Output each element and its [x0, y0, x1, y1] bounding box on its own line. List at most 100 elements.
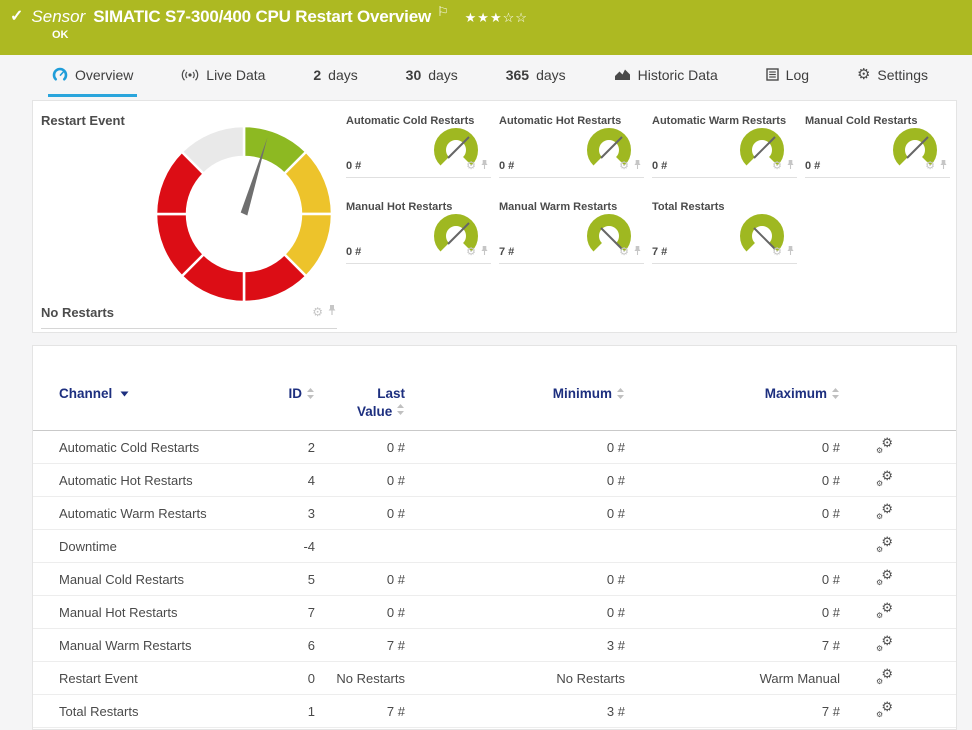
maximum-value: 0 #	[625, 572, 840, 587]
column-label: Minimum	[553, 386, 612, 402]
gear-icon[interactable]: ⚙	[619, 247, 629, 258]
priority-stars[interactable]: ★★★☆☆	[465, 10, 528, 26]
channel-name[interactable]: Downtime	[59, 539, 265, 554]
column-header-maximum[interactable]: Maximum	[625, 386, 840, 404]
main-gauge-footer: No Restarts ⚙	[41, 303, 337, 329]
minimum-value: 3 #	[405, 638, 625, 653]
main-gauge-value: No Restarts	[41, 305, 114, 320]
maximum-value: Warm Manual	[625, 671, 840, 686]
pin-icon[interactable]	[939, 157, 948, 175]
gear-icon[interactable]: ⚙	[466, 247, 476, 258]
last-value: 0 #	[315, 473, 405, 488]
maximum-value: 7 #	[625, 638, 840, 653]
column-label: Last	[377, 386, 405, 401]
pin-icon[interactable]	[327, 303, 337, 321]
last-value: 7 #	[315, 704, 405, 719]
column-header-minimum[interactable]: Minimum	[405, 386, 625, 404]
maximum-value: 0 #	[625, 440, 840, 455]
pin-icon[interactable]	[633, 243, 642, 261]
table-row: Manual Cold Restarts 5 0 # 0 # 0 # ⚙⚙	[33, 563, 956, 596]
channel-name[interactable]: Automatic Warm Restarts	[59, 506, 265, 521]
column-label: Value	[357, 404, 392, 419]
tab-label: Historic Data	[638, 67, 718, 83]
channels-panel: Channel ID Last Value Minimum Maximum	[32, 345, 957, 730]
flag-icon[interactable]: ⚐	[437, 4, 449, 20]
tab-2-days[interactable]: 2 days	[309, 55, 361, 97]
gear-icon[interactable]: ⚙	[312, 306, 323, 318]
pin-icon[interactable]	[480, 157, 489, 175]
channel-id: 3	[265, 506, 315, 521]
gear-icon[interactable]: ⚙	[925, 161, 935, 172]
channel-name[interactable]: Manual Hot Restarts	[59, 605, 265, 620]
channel-settings-icon[interactable]: ⚙⚙	[876, 570, 893, 586]
channel-name[interactable]: Manual Cold Restarts	[59, 572, 265, 587]
channel-name[interactable]: Total Restarts	[59, 704, 265, 719]
channel-settings-icon[interactable]: ⚙⚙	[876, 636, 893, 652]
gear-icon[interactable]: ⚙	[619, 161, 629, 172]
tab-label: days	[536, 67, 566, 83]
maximum-value: 0 #	[625, 605, 840, 620]
channel-settings-icon[interactable]: ⚙⚙	[876, 438, 893, 454]
maximum-value: 0 #	[625, 506, 840, 521]
tab-label: days	[428, 67, 458, 83]
pin-icon[interactable]	[786, 243, 795, 261]
gear-icon[interactable]: ⚙	[772, 247, 782, 258]
minimum-value: 0 #	[405, 440, 625, 455]
column-header-channel[interactable]: Channel	[59, 386, 265, 402]
main-gauge-title: Restart Event	[41, 113, 125, 128]
column-header-id[interactable]: ID	[265, 386, 315, 404]
channel-id: 6	[265, 638, 315, 653]
last-value: 0 #	[315, 506, 405, 521]
tab-live-data[interactable]: Live Data	[177, 55, 269, 97]
last-value: 0 #	[315, 572, 405, 587]
tab-bar: Overview Live Data 2 days 30 days 365 da…	[0, 55, 972, 97]
tab-label: Overview	[75, 67, 133, 83]
gear-icon[interactable]: ⚙	[466, 161, 476, 172]
channel-name[interactable]: Automatic Hot Restarts	[59, 473, 265, 488]
gauges-panel: Restart Event No Restarts ⚙	[32, 100, 957, 333]
tab-settings[interactable]: ⚙ Settings	[853, 55, 932, 97]
channel-settings-icon[interactable]: ⚙⚙	[876, 702, 893, 718]
mini-gauge-value: 0 #	[499, 160, 514, 172]
gear-icon[interactable]: ⚙	[772, 161, 782, 172]
pin-icon[interactable]	[786, 157, 795, 175]
column-header-last-value[interactable]: Last Value	[357, 386, 405, 420]
sort-icon	[396, 403, 405, 420]
tab-30-days[interactable]: 30 days	[402, 55, 462, 97]
sort-desc-icon	[120, 385, 129, 401]
area-chart-icon	[614, 68, 631, 81]
mini-gauge-grid: Automatic Cold Restarts 0 # ⚙ Automatic …	[346, 113, 958, 264]
log-icon	[766, 68, 779, 81]
channel-settings-icon[interactable]: ⚙⚙	[876, 669, 893, 685]
channel-settings-icon[interactable]: ⚙⚙	[876, 603, 893, 619]
gauge-icon	[52, 67, 68, 83]
tab-overview[interactable]: Overview	[48, 55, 137, 97]
channel-settings-icon[interactable]: ⚙⚙	[876, 504, 893, 520]
tab-label: Live Data	[206, 67, 265, 83]
channel-settings-icon[interactable]: ⚙⚙	[876, 537, 893, 553]
mini-gauge-manual-warm-restarts: Manual Warm Restarts 7 # ⚙	[499, 199, 644, 264]
channel-name[interactable]: Manual Warm Restarts	[59, 638, 265, 653]
pin-icon[interactable]	[633, 157, 642, 175]
tab-label: Log	[786, 67, 809, 83]
pin-icon[interactable]	[480, 243, 489, 261]
channel-name[interactable]: Automatic Cold Restarts	[59, 440, 265, 455]
sort-icon	[306, 387, 315, 404]
tab-365-days[interactable]: 365 days	[502, 55, 570, 97]
table-row: Manual Warm Restarts 6 7 # 3 # 7 # ⚙⚙	[33, 629, 956, 662]
channel-name[interactable]: Restart Event	[59, 671, 265, 686]
mini-gauge-value: 0 #	[346, 160, 361, 172]
sensor-header: ✓ Sensor SIMATIC S7-300/400 CPU Restart …	[0, 0, 972, 55]
tab-historic-data[interactable]: Historic Data	[610, 55, 722, 97]
tab-label: Settings	[877, 67, 928, 83]
channel-table: Channel ID Last Value Minimum Maximum	[33, 386, 956, 728]
mini-gauge-automatic-warm-restarts: Automatic Warm Restarts 0 # ⚙	[652, 113, 797, 178]
channel-settings-icon[interactable]: ⚙⚙	[876, 471, 893, 487]
table-row: Automatic Hot Restarts 4 0 # 0 # 0 # ⚙⚙	[33, 464, 956, 497]
restart-event-gauge	[149, 119, 339, 309]
column-label: ID	[289, 386, 303, 402]
column-label: Maximum	[765, 386, 827, 402]
tab-log[interactable]: Log	[762, 55, 813, 97]
last-value: 0 #	[315, 605, 405, 620]
page-title: SIMATIC S7-300/400 CPU Restart Overview	[93, 7, 431, 27]
